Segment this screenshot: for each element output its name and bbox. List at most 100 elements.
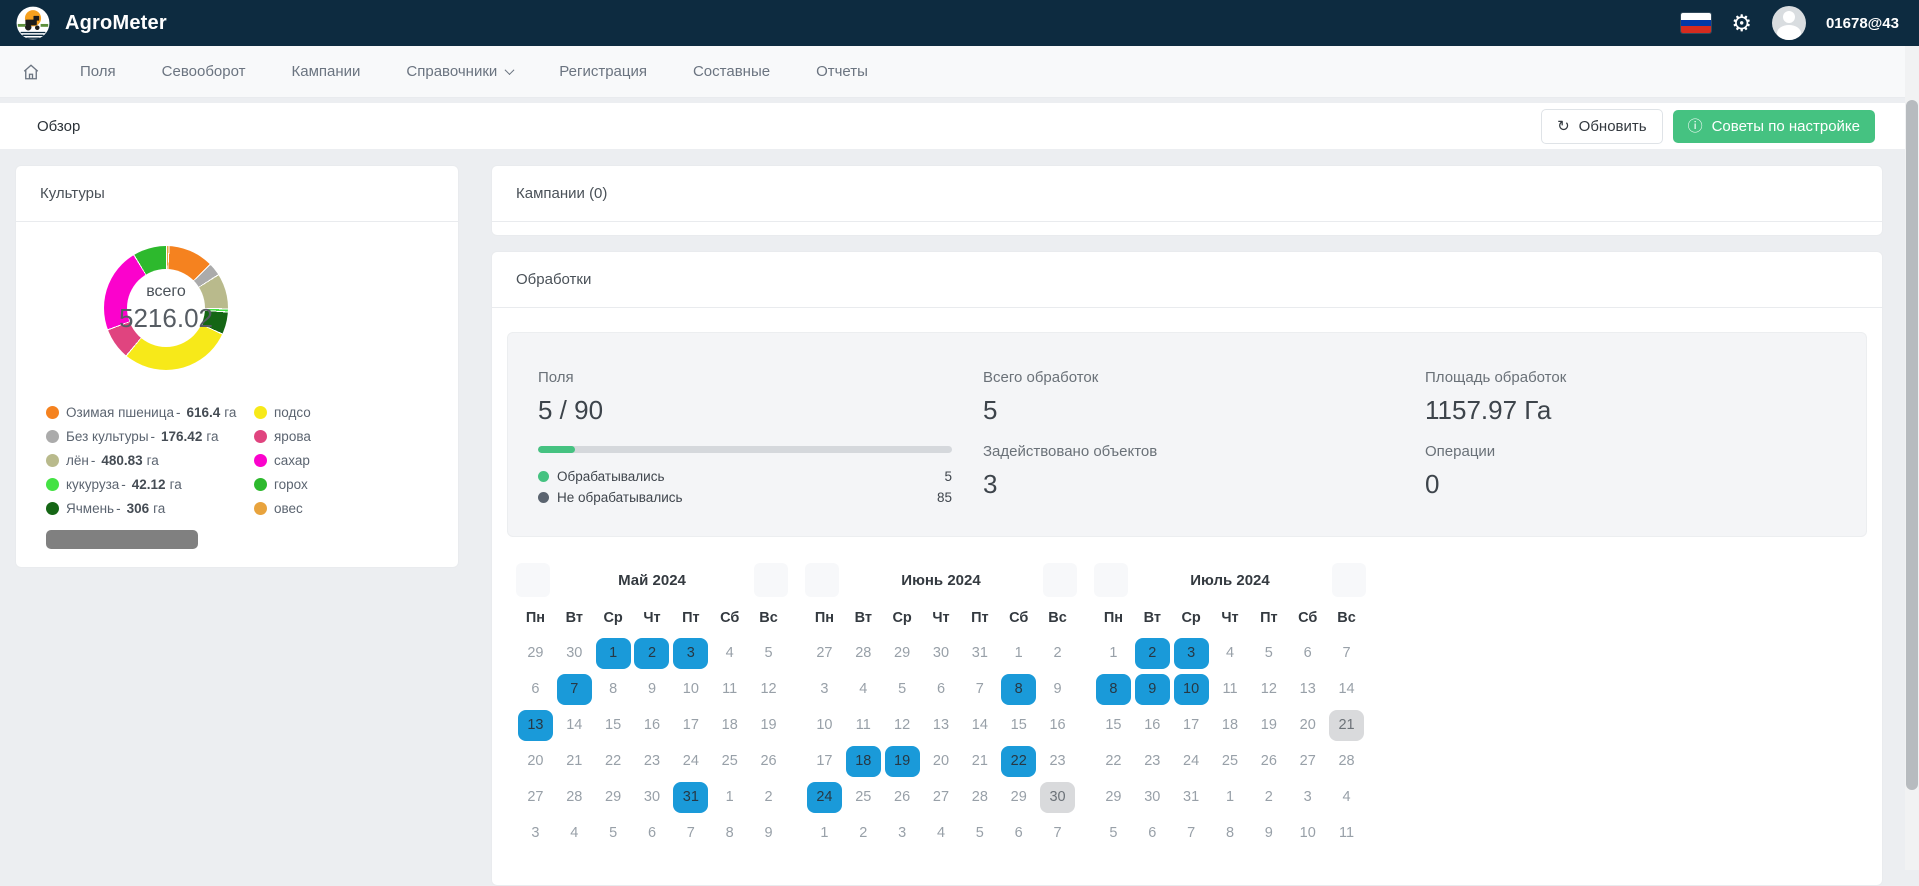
calendar-day[interactable]: 6 [1133,815,1172,851]
nav-item-directories[interactable]: Справочники [406,63,513,80]
setup-tips-button[interactable]: ⓘ Советы по настройке [1673,110,1875,143]
calendar-next-button[interactable] [1332,563,1366,597]
legend-item[interactable]: горох [254,472,458,496]
calendar-day[interactable]: 25 [1211,743,1250,779]
nav-item-composites[interactable]: Составные [693,63,770,80]
calendar-day[interactable]: 7 [960,671,999,707]
calendar-day[interactable]: 2 [1249,779,1288,815]
brand-home-link[interactable]: AgroMeter [14,4,167,42]
calendar-day[interactable]: 5 [594,815,633,851]
calendar-day[interactable]: 30 [1133,779,1172,815]
calendar-day[interactable]: 28 [844,635,883,671]
calendar-day[interactable]: 27 [516,779,555,815]
calendar-day[interactable]: 10 [1288,815,1327,851]
calendar-day[interactable]: 1 [805,815,844,851]
calendar-day[interactable]: 13 [516,707,555,743]
calendar-day[interactable]: 7 [1327,635,1366,671]
calendar-day[interactable]: 20 [1288,707,1327,743]
calendar-day[interactable]: 11 [1327,815,1366,851]
calendar-day[interactable]: 29 [516,635,555,671]
calendar-day[interactable]: 2 [749,779,788,815]
calendar-day[interactable]: 24 [805,779,844,815]
calendar-day[interactable]: 29 [1094,779,1133,815]
calendar-next-button[interactable] [754,563,788,597]
calendar-day[interactable]: 14 [555,707,594,743]
calendar-day[interactable]: 5 [960,815,999,851]
calendar-day[interactable]: 1 [999,635,1038,671]
calendar-day[interactable]: 13 [922,707,961,743]
calendar-day[interactable]: 6 [1288,635,1327,671]
calendar-day[interactable]: 6 [633,815,672,851]
calendar-day[interactable]: 9 [1249,815,1288,851]
calendar-day[interactable]: 8 [594,671,633,707]
calendar-day[interactable]: 8 [999,671,1038,707]
legend-item[interactable]: подсо [254,400,458,424]
calendar-day[interactable]: 23 [1133,743,1172,779]
calendar-day[interactable]: 31 [960,635,999,671]
calendar-day[interactable]: 28 [1327,743,1366,779]
calendar-day[interactable]: 3 [883,815,922,851]
calendar-day[interactable]: 6 [999,815,1038,851]
calendar-day[interactable]: 3 [1172,635,1211,671]
nav-item-reports[interactable]: Отчеты [816,63,868,80]
calendar-day[interactable]: 9 [749,815,788,851]
calendar-day[interactable]: 14 [1327,671,1366,707]
calendar-day[interactable]: 8 [1094,671,1133,707]
calendar-day[interactable]: 2 [1038,635,1077,671]
calendar-day[interactable]: 15 [594,707,633,743]
calendar-day[interactable]: 5 [1249,635,1288,671]
home-nav-button[interactable] [22,63,40,81]
nav-item-campaigns[interactable]: Кампании [292,63,361,80]
legend-item[interactable]: кукуруза - 42.12га [46,472,254,496]
calendar-day[interactable]: 30 [555,635,594,671]
calendar-day[interactable]: 28 [960,779,999,815]
calendar-day[interactable]: 25 [844,779,883,815]
calendar-day[interactable]: 24 [1172,743,1211,779]
calendar-day[interactable]: 1 [1211,779,1250,815]
calendar-next-button[interactable] [1043,563,1077,597]
calendar-day[interactable]: 24 [671,743,710,779]
calendar-day[interactable]: 3 [1288,779,1327,815]
calendar-day[interactable]: 22 [594,743,633,779]
calendar-day[interactable]: 6 [516,671,555,707]
legend-item[interactable]: ярова [254,424,458,448]
calendar-day[interactable]: 12 [749,671,788,707]
calendar-day[interactable]: 22 [999,743,1038,779]
calendar-day[interactable]: 3 [516,815,555,851]
refresh-button[interactable]: ↻ Обновить [1541,109,1663,144]
calendar-day[interactable]: 17 [805,743,844,779]
calendar-day[interactable]: 11 [1211,671,1250,707]
crops-donut-chart[interactable]: всего 5216.02 [104,246,228,370]
calendar-day[interactable]: 2 [633,635,672,671]
calendar-day[interactable]: 26 [883,779,922,815]
calendar-day[interactable]: 8 [710,815,749,851]
calendar-day[interactable]: 2 [1133,635,1172,671]
calendar-day[interactable]: 16 [633,707,672,743]
calendar-prev-button[interactable] [805,563,839,597]
calendar-day[interactable]: 8 [1211,815,1250,851]
nav-item-crop-rotation[interactable]: Севооборот [162,63,246,80]
calendar-day[interactable]: 6 [922,671,961,707]
calendar-day[interactable]: 11 [844,707,883,743]
calendar-day[interactable]: 21 [555,743,594,779]
calendar-day[interactable]: 7 [1172,815,1211,851]
legend-item[interactable]: Ячмень - 306га [46,496,254,520]
calendar-day[interactable]: 27 [805,635,844,671]
calendar-day[interactable]: 20 [516,743,555,779]
calendar-day[interactable]: 4 [844,671,883,707]
calendar-day[interactable]: 15 [999,707,1038,743]
calendar-day[interactable]: 29 [999,779,1038,815]
legend-item[interactable]: Озимая пшеница - 616.4га [46,400,254,424]
calendar-day[interactable]: 4 [1327,779,1366,815]
legend-item[interactable]: сахар [254,448,458,472]
user-avatar[interactable] [1772,6,1806,40]
calendar-day[interactable]: 10 [1172,671,1211,707]
calendar-day[interactable]: 19 [883,743,922,779]
calendar-day[interactable]: 19 [1249,707,1288,743]
legend-item[interactable]: лён - 480.83га [46,448,254,472]
calendar-day[interactable]: 29 [594,779,633,815]
calendar-day[interactable]: 30 [1038,779,1077,815]
calendar-day[interactable]: 19 [749,707,788,743]
calendar-day[interactable]: 3 [671,635,710,671]
calendar-day[interactable]: 21 [960,743,999,779]
